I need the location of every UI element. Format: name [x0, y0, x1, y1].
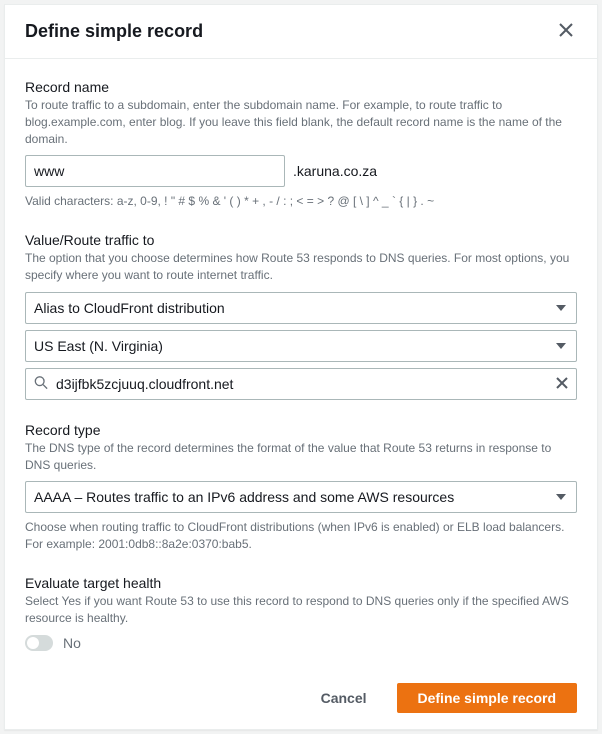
record-type-field: Record type The DNS type of the record d… [25, 422, 577, 553]
evaluate-health-toggle[interactable] [25, 635, 53, 651]
record-name-row: .karuna.co.za [25, 155, 577, 187]
modal-header: Define simple record [5, 5, 597, 59]
record-type-value: AAAA – Routes traffic to an IPv6 address… [34, 489, 454, 505]
region-select[interactable]: US East (N. Virginia) [25, 330, 577, 362]
region-value: US East (N. Virginia) [34, 338, 163, 354]
caret-down-icon [556, 338, 566, 354]
record-type-select[interactable]: AAAA – Routes traffic to an IPv6 address… [25, 481, 577, 513]
record-name-input[interactable] [25, 155, 285, 187]
define-simple-record-button[interactable]: Define simple record [397, 683, 578, 713]
evaluate-health-field: Evaluate target health Select Yes if you… [25, 575, 577, 651]
evaluate-health-toggle-row: No [25, 635, 577, 651]
record-name-hint: Valid characters: a-z, 0-9, ! " # $ % & … [25, 193, 577, 210]
record-name-desc: To route traffic to a subdomain, enter t… [25, 97, 577, 147]
modal-body: Record name To route traffic to a subdom… [5, 59, 597, 669]
alias-target-input[interactable]: d3ijfbk5zcjuuq.cloudfront.net [25, 368, 577, 400]
search-icon [34, 375, 48, 392]
route-traffic-field: Value/Route traffic to The option that y… [25, 232, 577, 400]
evaluate-health-desc: Select Yes if you want Route 53 to use t… [25, 593, 577, 627]
caret-down-icon [556, 300, 566, 316]
cancel-button[interactable]: Cancel [301, 683, 387, 713]
evaluate-health-toggle-label: No [63, 635, 81, 651]
clear-icon[interactable] [556, 376, 568, 392]
record-type-hint: Choose when routing traffic to CloudFron… [25, 519, 577, 553]
modal-footer: Cancel Define simple record [5, 669, 597, 729]
define-simple-record-modal: Define simple record Record name To rout… [4, 4, 598, 730]
alias-target-value: d3ijfbk5zcjuuq.cloudfront.net [56, 376, 233, 392]
evaluate-health-label: Evaluate target health [25, 575, 577, 591]
alias-type-value: Alias to CloudFront distribution [34, 300, 225, 316]
record-type-desc: The DNS type of the record determines th… [25, 440, 577, 474]
record-type-label: Record type [25, 422, 577, 438]
route-traffic-label: Value/Route traffic to [25, 232, 577, 248]
modal-title: Define simple record [25, 21, 203, 42]
close-button[interactable] [555, 19, 577, 44]
route-traffic-desc: The option that you choose determines ho… [25, 250, 577, 284]
alias-type-select[interactable]: Alias to CloudFront distribution [25, 292, 577, 324]
domain-suffix: .karuna.co.za [293, 163, 377, 179]
record-name-label: Record name [25, 79, 577, 95]
caret-down-icon [556, 489, 566, 505]
record-name-field: Record name To route traffic to a subdom… [25, 79, 577, 210]
close-icon [559, 25, 573, 40]
